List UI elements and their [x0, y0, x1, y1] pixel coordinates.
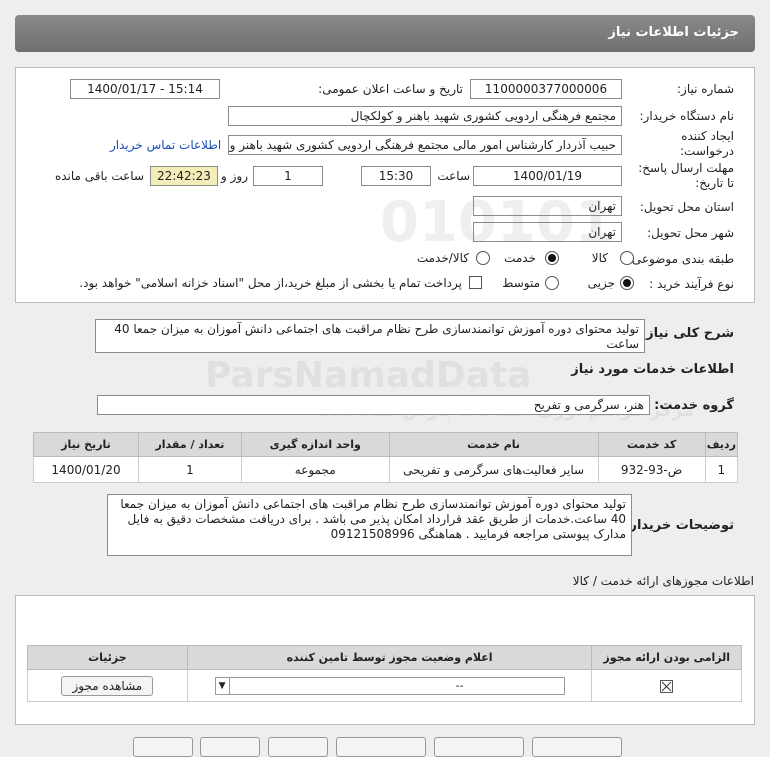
col-service-code: کد خدمت [597, 432, 706, 457]
treasury-payment-checkbox[interactable] [469, 276, 482, 289]
cell-permit-required [591, 669, 742, 702]
permits-section-title: اطلاعات مجوزهای ارائه خدمت / کالا [572, 574, 754, 588]
col-quantity: تعداد / مقدار [138, 432, 242, 457]
service-group-field[interactable]: هنر، سرگرمی و تفریح [97, 395, 650, 415]
need-number-label: شماره نیاز: [677, 82, 734, 96]
process-medium-label: متوسط [502, 276, 540, 290]
summary-field[interactable]: تولید محتوای دوره آموزش توانمندسازی طرح … [95, 319, 645, 353]
summary-label: شرح کلی نیاز: [640, 326, 734, 341]
category-goods-radio[interactable] [620, 251, 634, 265]
category-label: طبقه بندی موضوعی: [627, 252, 734, 266]
bottom-button-2[interactable] [200, 737, 260, 757]
days-remaining-field: 1 [253, 166, 323, 186]
cell-unit: مجموعه [240, 456, 390, 483]
bottom-button-1[interactable] [133, 737, 193, 757]
page-header: جزئیات اطلاعات نیاز [15, 15, 755, 52]
province-field[interactable]: تهران [473, 196, 622, 216]
deadline-date-field[interactable]: 1400/01/19 [473, 166, 622, 186]
creator-field[interactable]: حبیب آذردار کارشناس امور مالی مجتمع فرهن… [228, 135, 622, 155]
city-field[interactable]: تهران [473, 222, 622, 242]
remaining-time-field: 22:42:23 [150, 166, 218, 186]
category-goods-label: کالا [591, 251, 608, 265]
buyer-org-label: نام دستگاه خریدار: [639, 109, 735, 123]
bottom-button-3[interactable] [268, 737, 328, 757]
city-label: شهر محل تحویل: [647, 226, 734, 240]
creator-label: ایجاد کننده درخواست: [680, 129, 734, 158]
treasury-payment-note: پرداخت تمام یا بخشی از مبلغ خرید،از محل … [79, 276, 462, 290]
category-service-label: خدمت [504, 251, 536, 265]
permit-required-checkbox[interactable] [660, 679, 674, 693]
cell-need-date: 1400/01/20 [32, 456, 140, 483]
process-minor-radio[interactable] [620, 276, 634, 290]
need-number-field[interactable]: 1100000377000006 [470, 79, 622, 99]
col-unit: واحد اندازه گیری [240, 432, 390, 457]
deadline-time-label: ساعت [437, 169, 470, 183]
view-permit-button[interactable]: مشاهده مجوز [61, 675, 154, 696]
announce-datetime-field[interactable]: 1400/01/17 - 15:14 [70, 79, 220, 99]
table-row[interactable]: 1 ض-93-932 سایر فعالیت‌های سرگرمی و تفری… [32, 456, 739, 483]
buyer-notes-field[interactable]: تولید محتوای دوره آموزش توانمندسازی طرح … [107, 494, 632, 556]
category-goods-service-radio[interactable] [476, 251, 490, 265]
cell-permit-details: مشاهده مجوز [27, 669, 188, 702]
process-type-label: نوع فرآیند خرید : [649, 277, 734, 291]
deadline-label: مهلت ارسال پاسخ: تا تاریخ: [638, 161, 734, 190]
process-medium-radio[interactable] [545, 276, 559, 290]
days-label: روز و [221, 169, 248, 183]
cell-permit-status: ▼ -- [186, 669, 593, 702]
col-row: ردیف [704, 432, 739, 457]
permit-status-value: -- [455, 678, 464, 692]
announce-datetime-label: تاریخ و ساعت اعلان عمومی: [318, 82, 463, 96]
col-need-date: تاریخ نیاز [32, 432, 140, 457]
cell-row: 1 [704, 456, 739, 483]
chevron-down-icon: ▼ [216, 677, 230, 694]
buyer-org-field[interactable]: مجتمع فرهنگی اردویی کشوری شهید باهنر و ک… [228, 106, 622, 126]
cell-service-name: سایر فعالیت‌های سرگرمی و تفریحی [388, 456, 599, 483]
cell-service-code: ض-93-932 [597, 456, 706, 483]
category-goods-service-label: کالا/خدمت [416, 251, 469, 265]
deadline-time-field[interactable]: 15:30 [361, 166, 431, 186]
permits-table-wrapper: الزامی بودن ارائه مجوز اعلام وضعیت مجوز … [27, 645, 742, 702]
services-table-header: ردیف کد خدمت نام خدمت واحد اندازه گیری ت… [32, 432, 739, 457]
buyer-contact-link[interactable]: اطلاعات تماس خریدار [110, 138, 221, 152]
cell-quantity: 1 [138, 456, 242, 483]
col-service-name: نام خدمت [388, 432, 599, 457]
col-permit-details: جزئیات [27, 645, 188, 670]
col-permit-required: الزامی بودن ارائه مجوز [591, 645, 742, 670]
col-permit-status: اعلام وضعیت مجوز توسط تامین کننده [186, 645, 593, 670]
permits-table: الزامی بودن ارائه مجوز اعلام وضعیت مجوز … [27, 645, 742, 702]
bottom-button-5[interactable] [434, 737, 524, 757]
bottom-button-6[interactable] [532, 737, 622, 757]
table-row: ▼ -- مشاهده مجوز [27, 669, 742, 702]
province-label: استان محل تحویل: [639, 200, 734, 214]
permit-status-select[interactable]: ▼ -- [214, 676, 565, 695]
services-table: ردیف کد خدمت نام خدمت واحد اندازه گیری ت… [32, 432, 739, 483]
services-section-title: اطلاعات خدمات مورد نیاز [571, 362, 734, 377]
permits-table-header: الزامی بودن ارائه مجوز اعلام وضعیت مجوز … [27, 645, 742, 670]
remaining-time-label: ساعت باقی مانده [54, 169, 144, 183]
category-service-radio[interactable] [545, 251, 559, 265]
process-minor-label: جزیی [587, 276, 615, 290]
buyer-notes-label: توضیحات خریدار: [624, 518, 734, 533]
watermark-brand: ParsNamadData [205, 355, 532, 396]
services-table-wrapper: ردیف کد خدمت نام خدمت واحد اندازه گیری ت… [32, 432, 739, 483]
service-group-label: گروه خدمت: [654, 398, 734, 413]
page-title: جزئیات اطلاعات نیاز [608, 25, 739, 40]
cross-icon [661, 681, 672, 691]
bottom-button-4[interactable] [336, 737, 426, 757]
